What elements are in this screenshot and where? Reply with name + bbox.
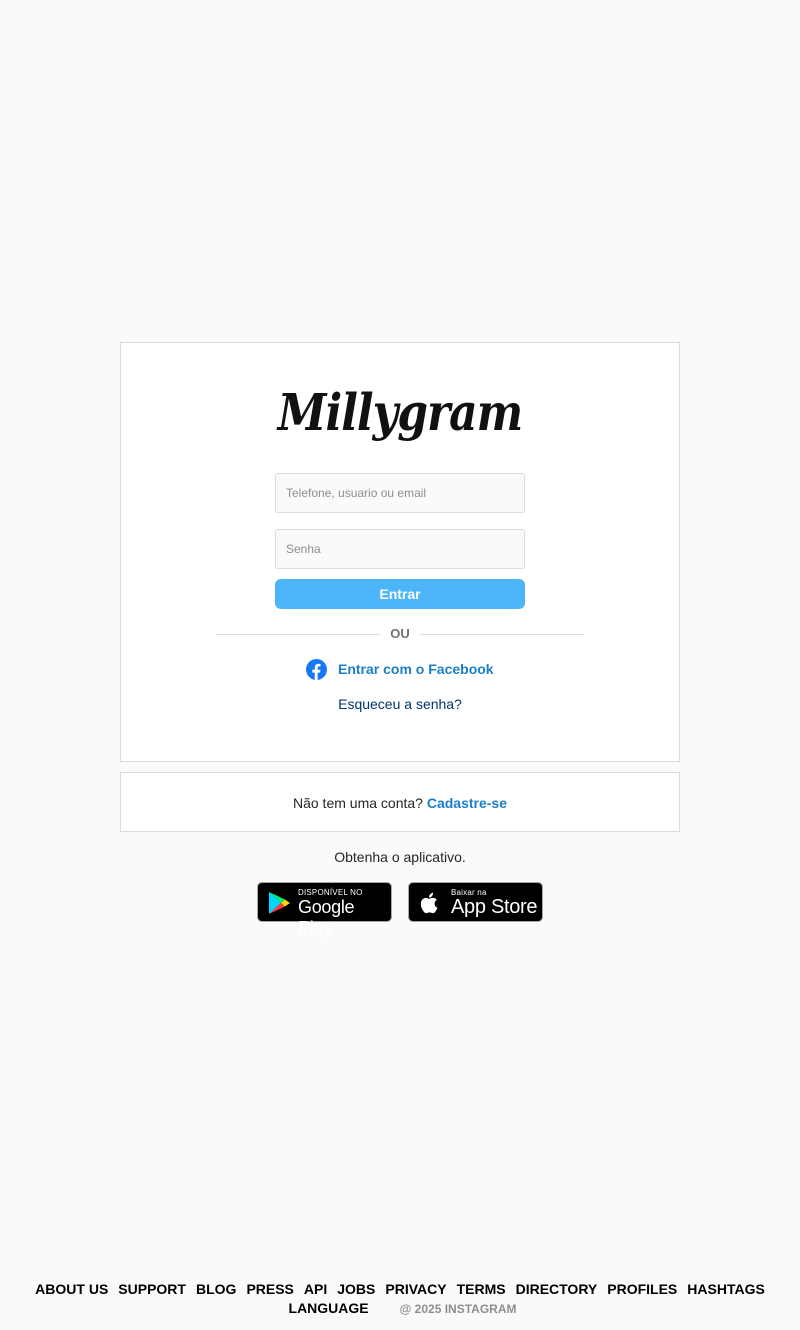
footer-link-profiles[interactable]: PROFILES bbox=[607, 1280, 677, 1298]
brand-logo: Millygram bbox=[277, 384, 523, 443]
footer-link-about-us[interactable]: ABOUT US bbox=[35, 1280, 108, 1298]
divider-line-right bbox=[420, 634, 584, 635]
signup-card: Não tem uma conta? Cadastre-se bbox=[120, 772, 680, 832]
footer: ABOUT US SUPPORT BLOG PRESS API JOBS PRIVACY TE… bbox=[0, 1280, 800, 1318]
google-play-small-text: DISPONÍVEL NO bbox=[298, 888, 363, 897]
footer-link-directory[interactable]: DIRECTORY bbox=[516, 1280, 598, 1298]
app-store-big-text: App Store bbox=[451, 896, 538, 918]
google-play-icon bbox=[269, 892, 290, 914]
app-store-badge[interactable]: Baixar na App Store bbox=[408, 882, 543, 922]
copyright-text: @ 2025 INSTAGRAM bbox=[399, 1302, 517, 1316]
footer-link-blog[interactable]: BLOG bbox=[196, 1280, 236, 1298]
signup-question: Não tem uma conta? bbox=[292, 795, 423, 811]
signup-link[interactable]: Cadastre-se bbox=[427, 795, 507, 811]
google-play-badge[interactable]: DISPONÍVEL NO Google Play bbox=[257, 882, 392, 938]
facebook-login-link[interactable]: Entrar com o Facebook bbox=[306, 658, 494, 680]
footer-link-jobs[interactable]: JOBS bbox=[337, 1280, 375, 1298]
google-play-big-text: Google Play bbox=[298, 897, 355, 938]
facebook-icon bbox=[306, 658, 327, 680]
get-app-text: Obtenha o aplicativo. bbox=[334, 849, 466, 865]
footer-link-press[interactable]: PRESS bbox=[246, 1280, 293, 1298]
footer-link-terms[interactable]: TERMS bbox=[457, 1280, 506, 1298]
footer-link-privacy[interactable]: PRIVACY bbox=[385, 1280, 446, 1298]
footer-link-support[interactable]: SUPPORT bbox=[118, 1280, 186, 1298]
password-input[interactable] bbox=[275, 529, 525, 569]
footer-link-language[interactable]: LANGUAGE bbox=[289, 1299, 369, 1317]
footer-link-hashtags[interactable]: HASHTAGS bbox=[687, 1280, 765, 1298]
apple-icon bbox=[420, 892, 438, 914]
forgot-password-link[interactable]: Esqueceu a senha? bbox=[0, 696, 800, 712]
or-divider: OU bbox=[216, 626, 584, 642]
login-page: Millygram Entrar OU Entrar com o Faceboo… bbox=[0, 0, 800, 1330]
facebook-login-label: Entrar com o Facebook bbox=[338, 661, 494, 677]
username-input[interactable] bbox=[275, 473, 525, 513]
footer-link-api[interactable]: API bbox=[304, 1280, 327, 1298]
login-button[interactable]: Entrar bbox=[275, 579, 525, 609]
